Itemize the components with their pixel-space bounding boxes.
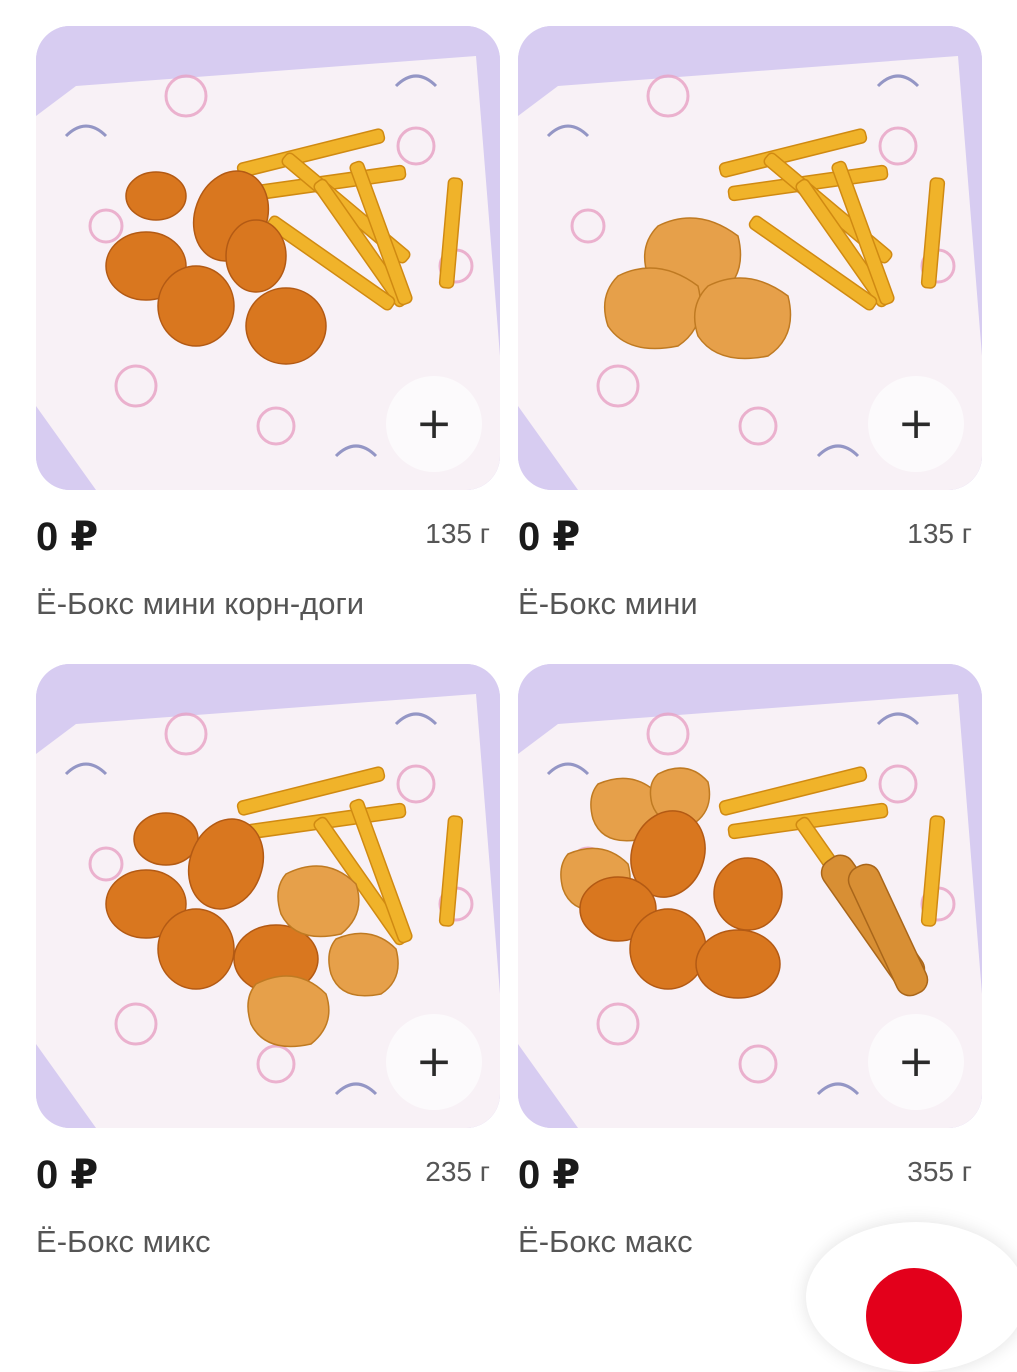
product-photo[interactable]: + — [36, 26, 500, 490]
product-name[interactable]: Ё-Бокс мини корн-доги — [36, 586, 364, 622]
product-card[interactable]: + 0 ₽ 135 г Ё-Бокс мини корн-доги — [36, 26, 500, 621]
product-photo[interactable]: + — [518, 26, 982, 490]
plus-icon: + — [897, 1036, 935, 1087]
product-photo[interactable]: + — [518, 664, 982, 1128]
cart-floating-button[interactable] — [806, 1222, 1017, 1372]
product-name[interactable]: Ё-Бокс макс — [518, 1224, 693, 1260]
product-weight: 135 г — [907, 518, 972, 549]
product-weight: 355 г — [907, 1156, 972, 1187]
cart-badge-icon — [866, 1268, 962, 1364]
product-card[interactable]: + 0 ₽ 135 г Ё-Бокс мини — [518, 26, 982, 621]
product-weight: 135 г — [425, 518, 490, 549]
plus-icon: + — [897, 398, 935, 449]
product-price: 0 ₽ — [518, 515, 581, 559]
product-photo[interactable]: + — [36, 664, 500, 1128]
add-to-cart-button[interactable]: + — [868, 376, 964, 472]
product-name[interactable]: Ё-Бокс мини — [518, 586, 698, 622]
product-name[interactable]: Ё-Бокс микс — [36, 1224, 211, 1260]
product-price: 0 ₽ — [36, 1153, 99, 1197]
product-price: 0 ₽ — [518, 1153, 581, 1197]
add-to-cart-button[interactable]: + — [386, 1014, 482, 1110]
product-card[interactable]: + 0 ₽ 355 г Ё-Бокс макс — [518, 664, 982, 1259]
plus-icon: + — [415, 398, 453, 449]
add-to-cart-button[interactable]: + — [868, 1014, 964, 1110]
product-weight: 235 г — [425, 1156, 490, 1187]
product-card[interactable]: + 0 ₽ 235 г Ё-Бокс микс — [36, 664, 500, 1259]
product-price: 0 ₽ — [36, 515, 99, 559]
add-to-cart-button[interactable]: + — [386, 376, 482, 472]
plus-icon: + — [415, 1036, 453, 1087]
